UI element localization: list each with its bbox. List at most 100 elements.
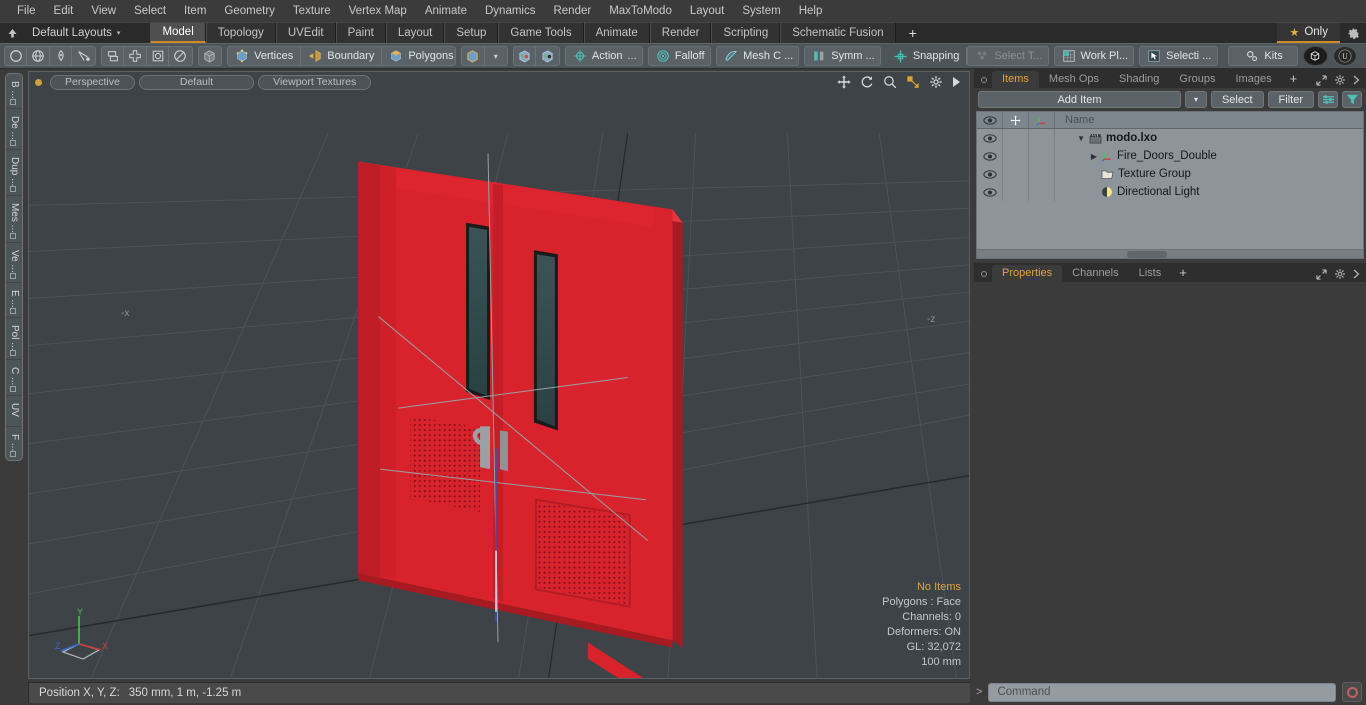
tab-animate[interactable]: Animate [583, 23, 650, 43]
expander-icon[interactable]: ▶ [1077, 152, 1097, 161]
select-through-group[interactable]: Select T... [967, 46, 1049, 66]
left-tab-deform[interactable]: De ... [6, 109, 22, 150]
symmetry-group[interactable]: Symm ... [804, 46, 881, 66]
default-layouts-dropdown[interactable]: Default Layouts ▾ [24, 23, 128, 43]
gear-icon[interactable] [1334, 74, 1346, 86]
circle-icon[interactable] [5, 47, 28, 65]
expand-icon[interactable] [1316, 268, 1327, 280]
tab-layout[interactable]: Layout [385, 23, 445, 43]
menu-item-geometry[interactable]: Geometry [215, 0, 284, 22]
left-tab-duplicate[interactable]: Dup ... [6, 150, 22, 197]
modo-ball-icon[interactable] [1303, 46, 1328, 66]
item-tree-empty-area[interactable] [977, 201, 1363, 249]
globe-icon[interactable] [27, 47, 50, 65]
select-through-button[interactable]: Select T... [968, 47, 1047, 65]
selection-set-group[interactable]: Selecti ... [1139, 46, 1218, 66]
work-plane-button[interactable]: Work Pl... [1055, 47, 1134, 65]
snap-cube-a-icon[interactable] [514, 47, 537, 65]
menu-item-edit[interactable]: Edit [45, 0, 83, 22]
home-arrow-icon[interactable] [0, 23, 24, 43]
menu-item-maxtomodo[interactable]: MaxToModo [600, 0, 681, 22]
tab-uvedit[interactable]: UVEdit [275, 23, 336, 43]
menu-item-help[interactable]: Help [790, 0, 832, 22]
fit-icon[interactable] [906, 75, 920, 89]
tab-shading[interactable]: Shading [1109, 71, 1170, 88]
menu-item-select[interactable]: Select [125, 0, 175, 22]
action-center-button[interactable]: Action ... [566, 47, 642, 65]
selection-button[interactable]: Selecti ... [1140, 47, 1216, 65]
panel-menu-dot[interactable] [981, 77, 987, 83]
rotate-icon[interactable] [860, 75, 874, 89]
tab-game-tools[interactable]: Game Tools [498, 23, 584, 43]
mirror-icon[interactable] [102, 47, 125, 65]
tab-paint[interactable]: Paint [335, 23, 386, 43]
tab-setup[interactable]: Setup [444, 23, 499, 43]
tab-groups[interactable]: Groups [1169, 71, 1226, 88]
tab-schematic-fusion[interactable]: Schematic Fusion [780, 23, 896, 43]
tab-topology[interactable]: Topology [205, 23, 276, 43]
row-lock-cell[interactable] [1003, 183, 1029, 201]
viewport-textures-dropdown[interactable]: Viewport Textures [258, 74, 372, 90]
ellipse-icon[interactable] [169, 47, 191, 65]
row-visibility-toggle[interactable] [977, 183, 1003, 201]
menu-item-system[interactable]: System [733, 0, 789, 22]
item-mode-dropdown[interactable]: ▾ [485, 47, 507, 65]
symmetry-button[interactable]: Symm ... [805, 47, 880, 65]
add-item-button[interactable]: Add Item [978, 91, 1181, 108]
add-item-dropdown[interactable]: ▾ [1184, 91, 1207, 108]
row-visibility-toggle[interactable] [977, 147, 1003, 165]
menu-item-animate[interactable]: Animate [416, 0, 476, 22]
center-icon[interactable] [124, 47, 147, 65]
add-tab-button[interactable]: + [895, 23, 930, 43]
tab-render[interactable]: Render [649, 23, 712, 43]
table-row[interactable]: Texture Group [977, 165, 1363, 183]
row-visibility-toggle[interactable] [977, 129, 1003, 147]
select-button[interactable]: Select [1210, 91, 1264, 108]
left-tab-mesh-edit[interactable]: Mes ... [6, 196, 22, 244]
menu-item-render[interactable]: Render [544, 0, 600, 22]
play-icon[interactable] [952, 76, 961, 88]
left-tab-vertex[interactable]: Ve ... [6, 243, 22, 283]
left-tab-edge[interactable]: E ... [6, 283, 22, 318]
filter-button[interactable]: Filter [1267, 91, 1314, 108]
row-axis-cell[interactable] [1029, 147, 1055, 165]
properties-add-tab-button[interactable]: + [1171, 265, 1195, 282]
tab-mesh-ops[interactable]: Mesh Ops [1038, 71, 1110, 88]
chevron-right-icon[interactable] [1353, 75, 1360, 85]
kits-button[interactable]: Kits [1229, 47, 1297, 65]
gear-icon[interactable] [929, 75, 943, 89]
gear-icon[interactable] [1340, 23, 1366, 43]
move-icon[interactable] [837, 75, 851, 89]
panel-menu-dot[interactable] [981, 271, 987, 277]
menu-item-item[interactable]: Item [175, 0, 215, 22]
zoom-icon[interactable] [883, 75, 897, 89]
menu-item-vertex-map[interactable]: Vertex Map [340, 0, 416, 22]
gear-icon[interactable] [1334, 268, 1346, 280]
left-tab-basic[interactable]: B ... [6, 74, 22, 109]
menu-item-file[interactable]: File [8, 0, 45, 22]
tab-lists[interactable]: Lists [1128, 265, 1172, 282]
command-input[interactable]: Command [988, 682, 1336, 702]
tab-scripting[interactable]: Scripting [711, 23, 781, 43]
expander-icon[interactable]: ▼ [1059, 134, 1085, 143]
chevron-right-icon[interactable] [1353, 269, 1360, 279]
tab-items[interactable]: Items [992, 71, 1039, 88]
falloff-button[interactable]: Falloff [649, 47, 710, 65]
item-tree[interactable]: Name ▼ modo.lxo ▶ Fire_Doors_Double Text… [976, 111, 1364, 259]
menu-item-view[interactable]: View [82, 0, 125, 22]
falloff-group[interactable]: Falloff [647, 46, 712, 66]
row-lock-cell[interactable] [1003, 147, 1029, 165]
row-name-cell[interactable]: Texture Group [1055, 165, 1363, 183]
table-row[interactable]: ▶ Fire_Doors_Double [977, 147, 1363, 165]
properties-content-area[interactable] [974, 282, 1366, 679]
mode-boundary-button[interactable]: Boundary [301, 47, 383, 65]
item-tree-horizontal-scrollbar[interactable] [977, 249, 1363, 258]
expand-icon[interactable] [1316, 74, 1327, 86]
row-axis-cell[interactable] [1029, 165, 1055, 183]
record-icon[interactable] [1342, 682, 1362, 702]
item-cube-icon[interactable] [462, 47, 485, 65]
cube-icon[interactable] [197, 46, 223, 66]
only-toggle-button[interactable]: ★ Only [1277, 23, 1340, 43]
row-name-cell[interactable]: Directional Light [1055, 183, 1363, 201]
left-tab-fusion[interactable]: F ... [6, 427, 22, 460]
